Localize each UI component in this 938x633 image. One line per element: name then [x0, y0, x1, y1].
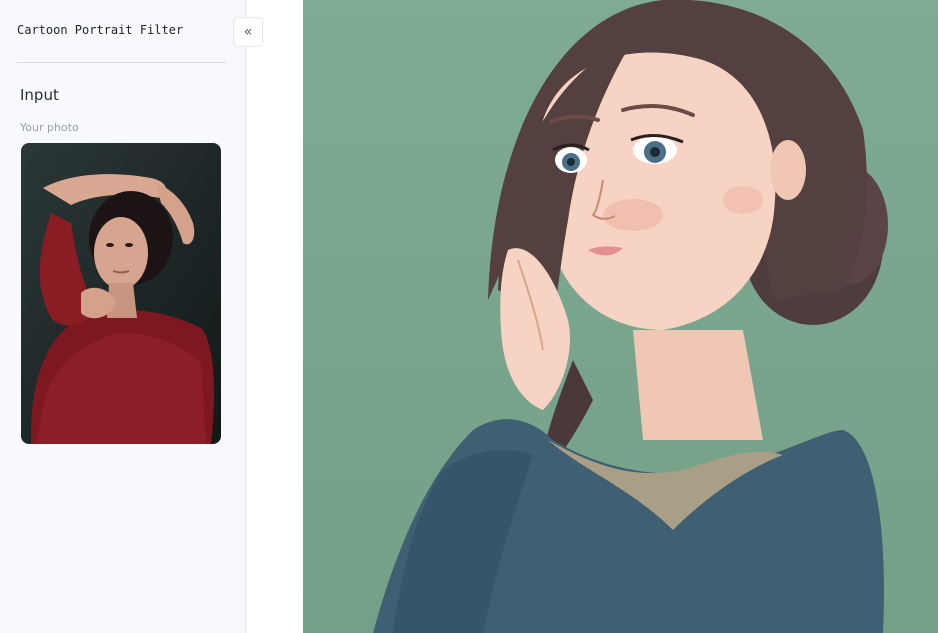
- sidebar-divider: [17, 62, 226, 63]
- input-section-title: Input: [20, 86, 59, 104]
- sidebar: Cartoon Portrait Filter Input Your photo: [0, 0, 246, 633]
- cartoon-output-image: [303, 0, 938, 633]
- collapse-sidebar-button[interactable]: «: [233, 17, 263, 47]
- input-photo-image: [21, 143, 221, 444]
- app-title: Cartoon Portrait Filter: [17, 23, 184, 37]
- photo-field-label: Your photo: [20, 121, 79, 134]
- input-photo[interactable]: [21, 143, 221, 444]
- chevron-double-left-icon: «: [243, 24, 253, 40]
